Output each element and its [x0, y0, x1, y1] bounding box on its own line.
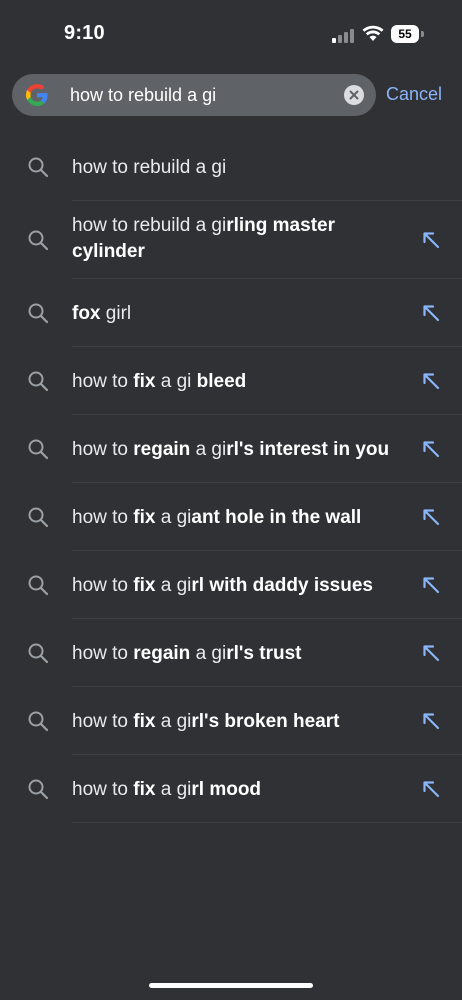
- suggestion-text-part: a gi: [155, 507, 192, 528]
- arrow-up-left-icon[interactable]: [420, 778, 442, 800]
- search-icon: [28, 157, 49, 178]
- suggestion-text-part: how to: [72, 439, 134, 460]
- suggestion-text-part: girl: [100, 303, 132, 324]
- arrow-up-left-icon[interactable]: [420, 574, 442, 596]
- suggestion-text: how to regain a girl's interest in you: [72, 437, 402, 463]
- suggestion-row[interactable]: fox girl: [0, 279, 462, 347]
- arrow-up-left-icon[interactable]: [420, 642, 442, 664]
- suggestion-text-bold: regain: [133, 439, 191, 460]
- suggestion-text-bold: fix: [133, 575, 156, 596]
- search-icon: [28, 643, 49, 664]
- suggestion-text-part: a gi: [190, 439, 227, 460]
- suggestion-text: how to fix a giant hole in the wall: [72, 505, 402, 531]
- suggestion-text-part: a gi: [155, 575, 192, 596]
- suggestion-text-part: a gi: [155, 711, 192, 732]
- cancel-button[interactable]: Cancel: [386, 84, 442, 105]
- suggestion-text-bold: fox: [72, 303, 101, 324]
- suggestion-list: how to rebuild a gi how to rebuild a girl…: [0, 133, 462, 823]
- suggestion-row[interactable]: how to regain a girl's interest in you: [0, 415, 462, 483]
- suggestion-text-bold: fix: [133, 779, 156, 800]
- suggestion-text-part: how to: [72, 711, 134, 732]
- suggestion-row[interactable]: how to fix a girl with daddy issues: [0, 551, 462, 619]
- divider: [72, 822, 462, 823]
- suggestion-text: fox girl: [72, 301, 402, 327]
- suggestion-row[interactable]: how to fix a girl mood: [0, 755, 462, 823]
- suggestion-text: how to rebuild a girling master cylinder: [72, 213, 402, 265]
- suggestion-text-bold: fix: [133, 711, 156, 732]
- suggestion-text-part: how to: [72, 575, 134, 596]
- arrow-up-left-icon[interactable]: [420, 438, 442, 460]
- suggestion-row[interactable]: how to rebuild a gi: [0, 133, 462, 201]
- suggestion-text-part: how to: [72, 507, 134, 528]
- search-icon: [28, 575, 49, 596]
- arrow-up-left-icon[interactable]: [420, 506, 442, 528]
- suggestion-text-bold: rl's interest in you: [226, 439, 390, 460]
- suggestion-text-part: how to rebuild a gi: [72, 215, 227, 236]
- suggestion-row[interactable]: how to fix a giant hole in the wall: [0, 483, 462, 551]
- search-icon: [28, 507, 49, 528]
- suggestion-text-bold: rl mood: [191, 779, 262, 800]
- status-time: 9:10: [64, 22, 105, 44]
- suggestion-text-part: a gi: [155, 779, 192, 800]
- suggestion-text-part: a gi: [155, 371, 197, 392]
- suggestion-text: how to fix a gi bleed: [72, 369, 402, 395]
- search-bar[interactable]: [12, 74, 376, 116]
- suggestion-text-bold: rl with daddy issues: [191, 575, 373, 596]
- search-icon: [28, 439, 49, 460]
- suggestion-text-part: how to: [72, 371, 134, 392]
- suggestion-text-part: how to rebuild a gi: [72, 157, 227, 178]
- search-icon: [28, 779, 49, 800]
- suggestion-text: how to regain a girl's trust: [72, 641, 402, 667]
- status-bar: 9:10 55: [0, 0, 462, 70]
- search-input[interactable]: [70, 83, 330, 107]
- arrow-up-left-icon[interactable]: [420, 229, 442, 251]
- arrow-up-left-icon[interactable]: [420, 302, 442, 324]
- suggestion-text-bold: ant hole in the wall: [191, 507, 362, 528]
- search-icon: [28, 711, 49, 732]
- suggestion-row[interactable]: how to fix a gi bleed: [0, 347, 462, 415]
- suggestion-text-part: how to: [72, 643, 134, 664]
- suggestion-row[interactable]: how to fix a girl's broken heart: [0, 687, 462, 755]
- suggestion-row[interactable]: how to regain a girl's trust: [0, 619, 462, 687]
- battery-level: 55: [391, 25, 419, 43]
- suggestion-text-bold: fix: [133, 371, 156, 392]
- cellular-signal-icon: [332, 27, 354, 43]
- suggestion-text-bold: rl's broken heart: [191, 711, 340, 732]
- suggestion-text: how to fix a girl mood: [72, 777, 402, 803]
- wifi-icon: [362, 25, 384, 41]
- suggestion-text-part: how to: [72, 779, 134, 800]
- search-icon: [28, 371, 49, 392]
- search-icon: [28, 303, 49, 324]
- search-icon: [28, 230, 49, 251]
- clear-icon: [349, 90, 359, 100]
- suggestion-text: how to fix a girl's broken heart: [72, 709, 402, 735]
- suggestion-text-bold: regain: [133, 643, 191, 664]
- suggestion-text: how to fix a girl with daddy issues: [72, 573, 402, 599]
- suggestion-text-bold: fix: [133, 507, 156, 528]
- suggestion-text: how to rebuild a gi: [72, 155, 402, 181]
- suggestion-text-part: a gi: [190, 643, 227, 664]
- clear-search-button[interactable]: [344, 85, 364, 105]
- suggestion-row[interactable]: how to rebuild a girling master cylinder: [0, 201, 462, 279]
- suggestion-text-bold: rl's trust: [226, 643, 302, 664]
- battery-icon: 55: [391, 25, 425, 43]
- home-indicator[interactable]: [149, 983, 313, 988]
- google-g-logo: [26, 84, 48, 106]
- arrow-up-left-icon[interactable]: [420, 710, 442, 732]
- suggestion-text-bold: bleed: [196, 371, 247, 392]
- arrow-up-left-icon[interactable]: [420, 370, 442, 392]
